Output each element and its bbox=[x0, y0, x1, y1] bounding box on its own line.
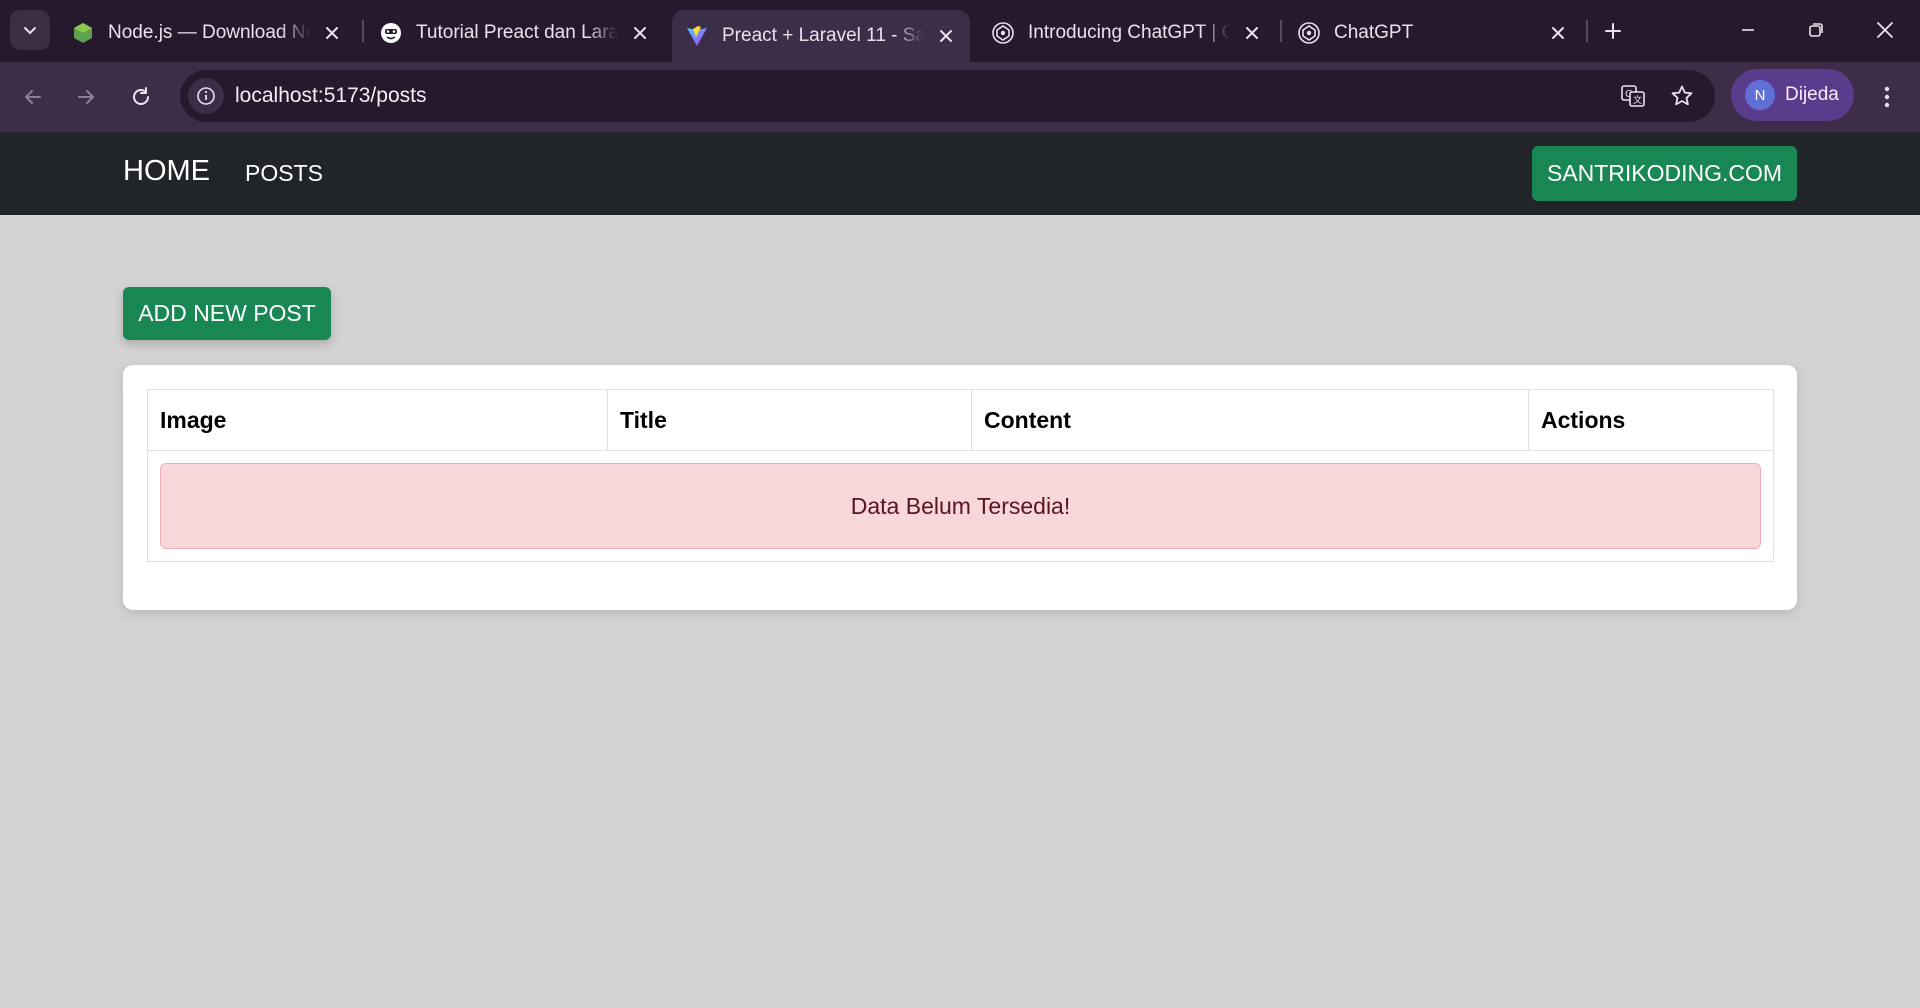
close-icon[interactable] bbox=[318, 19, 346, 47]
profile-button[interactable]: N Dijeda bbox=[1731, 69, 1854, 121]
site-info-button[interactable] bbox=[188, 78, 224, 114]
tab-title: ChatGPT bbox=[1334, 22, 1414, 43]
posts-card: Image Title Content Actions Data Belum T… bbox=[123, 365, 1797, 610]
plus-icon bbox=[1604, 22, 1622, 40]
translate-button[interactable]: G文 bbox=[1617, 80, 1649, 112]
browser-tab[interactable]: Node.js — Download Node.js® bbox=[58, 8, 356, 58]
tab-title: Tutorial Preact dan Laravel 11 bbox=[416, 22, 618, 43]
back-button[interactable] bbox=[13, 77, 53, 117]
tab-search-button[interactable] bbox=[10, 10, 50, 50]
browser-toolbar: localhost:5173/posts G文 N Dijeda bbox=[0, 62, 1920, 132]
empty-state-alert: Data Belum Tersedia! bbox=[160, 463, 1761, 549]
browser-tab[interactable]: Introducing ChatGPT | OpenAI bbox=[978, 8, 1276, 58]
translate-icon: G文 bbox=[1620, 83, 1646, 109]
minimize-button[interactable] bbox=[1725, 10, 1771, 50]
new-tab-button[interactable] bbox=[1596, 14, 1630, 48]
nav-home-link[interactable]: HOME bbox=[123, 155, 210, 188]
tab-separator bbox=[362, 20, 364, 42]
nav-posts-link[interactable]: POSTS bbox=[245, 160, 323, 187]
svg-text:文: 文 bbox=[1633, 94, 1642, 106]
table-row: Data Belum Tersedia! bbox=[147, 450, 1774, 562]
arrow-right-icon bbox=[75, 86, 97, 108]
santrikoding-button[interactable]: SANTRIKODING.COM bbox=[1532, 146, 1797, 201]
openai-icon bbox=[992, 22, 1014, 44]
browser-tab[interactable]: Tutorial Preact dan Laravel 11 bbox=[366, 8, 664, 58]
browser-menu-button[interactable] bbox=[1870, 77, 1904, 117]
column-header-actions: Actions bbox=[1528, 389, 1774, 451]
bookmark-button[interactable] bbox=[1666, 80, 1698, 112]
column-header-title: Title bbox=[607, 389, 972, 451]
star-icon bbox=[1670, 84, 1694, 108]
reload-icon bbox=[130, 86, 152, 108]
openai-icon bbox=[1298, 22, 1320, 44]
add-new-post-button[interactable]: ADD NEW POST bbox=[123, 287, 331, 340]
table-header-row: Image Title Content Actions bbox=[147, 389, 1774, 451]
minimize-icon bbox=[1740, 22, 1756, 38]
santrikoding-icon bbox=[380, 22, 402, 44]
address-bar[interactable]: localhost:5173/posts G文 bbox=[180, 70, 1715, 122]
vite-icon bbox=[686, 25, 708, 47]
chevron-down-icon bbox=[22, 22, 38, 38]
url-text[interactable]: localhost:5173/posts bbox=[235, 84, 426, 108]
posts-table: Image Title Content Actions Data Belum T… bbox=[147, 389, 1774, 562]
site-navbar: HOME POSTS SANTRIKODING.COM bbox=[0, 132, 1920, 215]
info-icon bbox=[196, 86, 216, 106]
close-icon[interactable] bbox=[626, 19, 654, 47]
tab-separator bbox=[1280, 20, 1282, 42]
close-icon[interactable] bbox=[932, 22, 960, 50]
restore-button[interactable] bbox=[1793, 10, 1839, 50]
browser-tab[interactable]: ChatGPT bbox=[1284, 8, 1582, 58]
avatar: N bbox=[1745, 80, 1775, 110]
close-icon bbox=[1876, 21, 1894, 39]
tab-title: Introducing ChatGPT | OpenAI bbox=[1028, 22, 1230, 43]
close-icon[interactable] bbox=[1544, 19, 1572, 47]
restore-icon bbox=[1808, 22, 1824, 38]
window-close-button[interactable] bbox=[1862, 10, 1908, 50]
reload-button[interactable] bbox=[121, 77, 161, 117]
nodejs-icon bbox=[72, 22, 94, 44]
browser-tab-active[interactable]: Preact + Laravel 11 - SantriKoding bbox=[672, 10, 970, 62]
arrow-left-icon bbox=[22, 86, 44, 108]
profile-name: Dijeda bbox=[1785, 84, 1839, 105]
browser-tab-strip: Node.js — Download Node.js® Tutorial Pre… bbox=[0, 0, 1920, 62]
tab-title: Node.js — Download Node.js® bbox=[108, 22, 310, 43]
forward-button[interactable] bbox=[66, 77, 106, 117]
more-vertical-icon bbox=[1884, 86, 1890, 108]
column-header-image: Image bbox=[147, 389, 608, 451]
tab-title: Preact + Laravel 11 - SantriKoding bbox=[722, 25, 924, 46]
tab-separator bbox=[1586, 20, 1588, 42]
column-header-content: Content bbox=[971, 389, 1529, 451]
close-icon[interactable] bbox=[1238, 19, 1266, 47]
empty-row-cell: Data Belum Tersedia! bbox=[147, 450, 1774, 562]
